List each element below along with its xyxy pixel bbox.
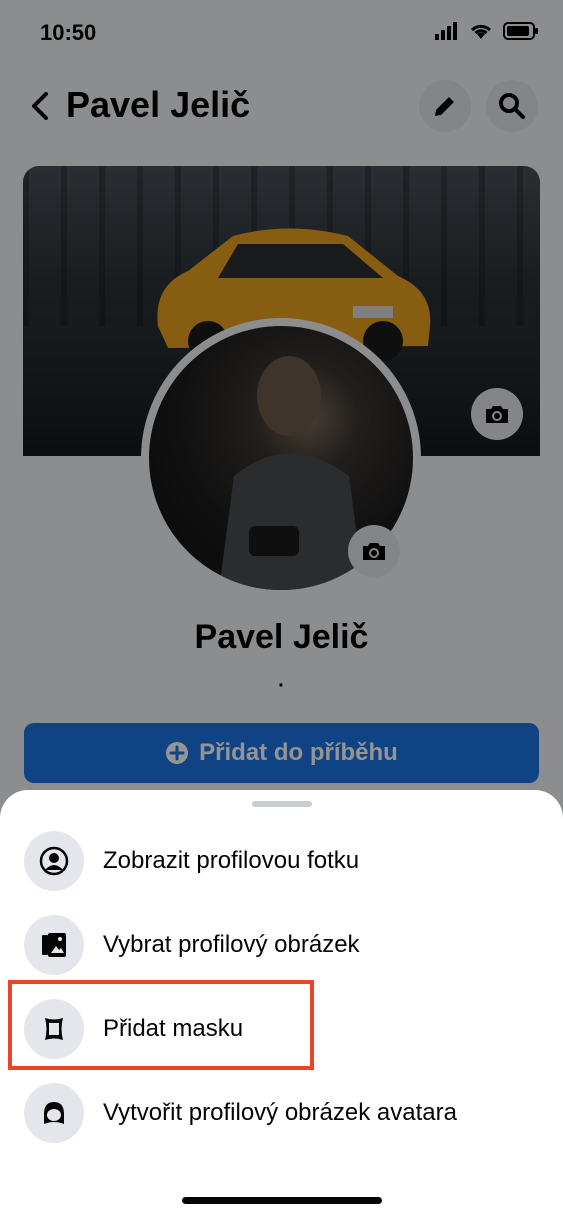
sheet-item-choose-profile-picture[interactable]: Vybrat profilový obrázek bbox=[0, 903, 563, 987]
sheet-item-view-profile-photo[interactable]: Zobrazit profilovou fotku bbox=[0, 819, 563, 903]
sheet-handle[interactable] bbox=[252, 801, 312, 807]
sheet-item-label: Zobrazit profilovou fotku bbox=[103, 847, 360, 874]
sheet-item-label: Vybrat profilový obrázek bbox=[103, 931, 360, 958]
sheet-item-label: Vytvořit profilový obrázek avatara bbox=[103, 1099, 457, 1126]
home-indicator[interactable] bbox=[182, 1197, 382, 1204]
action-sheet: Zobrazit profilovou fotku Vybrat profilo… bbox=[0, 790, 563, 1218]
avatar-icon bbox=[24, 1083, 84, 1143]
highlight-box bbox=[8, 980, 314, 1070]
profile-circle-icon bbox=[24, 831, 84, 891]
photo-album-icon bbox=[24, 915, 84, 975]
sheet-item-create-avatar-picture[interactable]: Vytvořit profilový obrázek avatara bbox=[0, 1071, 563, 1155]
